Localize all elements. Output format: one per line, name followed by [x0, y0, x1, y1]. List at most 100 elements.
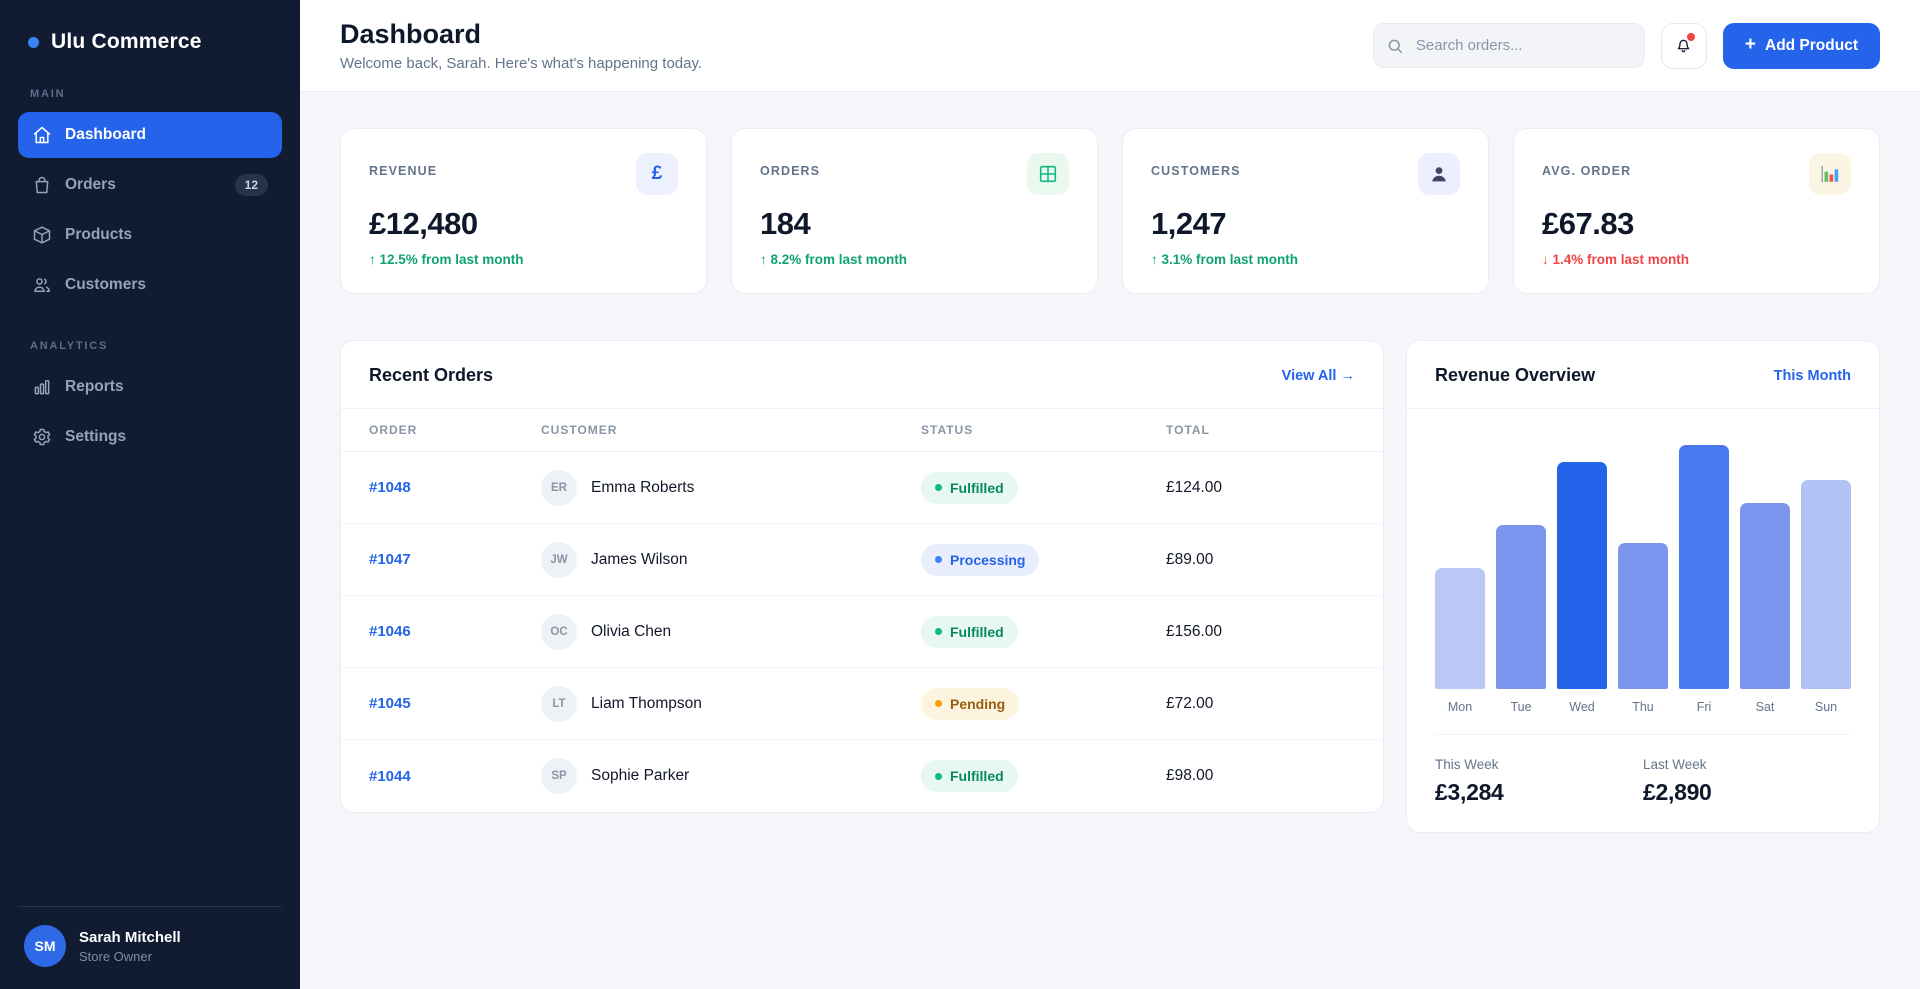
- summary-block: This Week £3,284: [1435, 757, 1643, 806]
- main-area: Dashboard Welcome back, Sarah. Here's wh…: [300, 0, 1920, 989]
- table-row[interactable]: #1046 OC Olivia Chen Fulfilled £156.00: [341, 596, 1383, 668]
- stat-card: AVG. ORDER £67.83 ↓ 1.4% from last month: [1513, 128, 1880, 294]
- stat-label: AVG. ORDER: [1542, 153, 1631, 178]
- stat-delta: ↓ 1.4% from last month: [1542, 252, 1851, 267]
- users-icon: [32, 275, 52, 295]
- status-label: Fulfilled: [950, 624, 1004, 640]
- order-total: £72.00: [1166, 695, 1355, 713]
- period-link[interactable]: This Month: [1774, 368, 1851, 384]
- stat-label: ORDERS: [760, 153, 820, 178]
- table-row[interactable]: #1045 LT Liam Thompson Pending £72.00: [341, 668, 1383, 740]
- status-dot-icon: [935, 484, 942, 491]
- search-box: [1373, 23, 1645, 68]
- notifications-button[interactable]: [1661, 23, 1707, 69]
- search-input[interactable]: [1373, 23, 1645, 68]
- order-total: £98.00: [1166, 767, 1355, 785]
- sidebar-item-label: Customers: [65, 276, 146, 294]
- chart-axis-label: Mon: [1435, 700, 1485, 714]
- summary-value: £2,890: [1643, 779, 1851, 806]
- sidebar-item-dashboard[interactable]: Dashboard: [18, 112, 282, 158]
- page-subtitle: Welcome back, Sarah. Here's what's happe…: [340, 55, 702, 72]
- stat-value: 184: [760, 206, 1069, 242]
- status-cell: Processing: [921, 544, 1166, 576]
- chart-axis-label: Sat: [1740, 700, 1790, 714]
- chart-axis-label: Fri: [1679, 700, 1729, 714]
- customer-cell: ER Emma Roberts: [541, 470, 921, 506]
- status-label: Processing: [950, 552, 1025, 568]
- customer-cell: LT Liam Thompson: [541, 686, 921, 722]
- table-row[interactable]: #1048 ER Emma Roberts Fulfilled £124.00: [341, 452, 1383, 524]
- sidebar-item-label: Orders: [65, 176, 116, 194]
- sidebar-item-customers[interactable]: Customers: [18, 262, 282, 308]
- order-total: £156.00: [1166, 623, 1355, 641]
- chart-axis-label: Thu: [1618, 700, 1668, 714]
- customer-name: Olivia Chen: [591, 623, 671, 641]
- status-label: Fulfilled: [950, 480, 1004, 496]
- customer-cell: SP Sophie Parker: [541, 758, 921, 794]
- add-product-label: Add Product: [1765, 37, 1858, 55]
- recent-orders-panel: Recent Orders View All → ORDERCUSTOMERST…: [340, 340, 1384, 813]
- status-dot-icon: [935, 556, 942, 563]
- order-id-link[interactable]: #1046: [369, 623, 541, 640]
- add-product-button[interactable]: + Add Product: [1723, 23, 1880, 69]
- status-dot-icon: [935, 773, 942, 780]
- sidebar-item-label: Reports: [65, 378, 124, 396]
- page-title: Dashboard: [340, 19, 702, 50]
- customer-avatar: LT: [541, 686, 577, 722]
- chart-bar-wed: [1557, 462, 1607, 689]
- chart-axis-label: Tue: [1496, 700, 1546, 714]
- home-icon: [32, 125, 52, 145]
- customer-cell: OC Olivia Chen: [541, 614, 921, 650]
- status-cell: Fulfilled: [921, 472, 1166, 504]
- sidebar-item-orders[interactable]: Orders 12: [18, 162, 282, 208]
- stat-value: 1,247: [1151, 206, 1460, 242]
- summary-label: This Week: [1435, 757, 1643, 772]
- status-cell: Pending: [921, 688, 1166, 720]
- status-cell: Fulfilled: [921, 616, 1166, 648]
- table-row[interactable]: #1044 SP Sophie Parker Fulfilled £98.00: [341, 740, 1383, 812]
- sidebar-item-settings[interactable]: Settings: [18, 414, 282, 460]
- stat-value: £12,480: [369, 206, 678, 242]
- customer-avatar: SP: [541, 758, 577, 794]
- orders-count-badge: 12: [235, 174, 268, 196]
- chart-axis-label: Wed: [1557, 700, 1607, 714]
- content: REVENUE £ £12,480 ↑ 12.5% from last mont…: [300, 92, 1920, 989]
- user-bust-icon: [1418, 153, 1460, 195]
- order-id-link[interactable]: #1047: [369, 551, 541, 568]
- customer-avatar: JW: [541, 542, 577, 578]
- brand-dot-icon: [28, 37, 39, 48]
- column-header: STATUS: [921, 423, 1166, 437]
- status-cell: Fulfilled: [921, 760, 1166, 792]
- gear-icon: [32, 427, 52, 447]
- status-badge: Fulfilled: [921, 472, 1018, 504]
- order-id-link[interactable]: #1045: [369, 695, 541, 712]
- order-id-link[interactable]: #1048: [369, 479, 541, 496]
- status-dot-icon: [935, 700, 942, 707]
- pound-icon: £: [636, 153, 678, 195]
- revenue-chart: MonTueWedThuFriSatSun: [1407, 409, 1879, 716]
- column-header: TOTAL: [1166, 423, 1355, 437]
- table-row[interactable]: #1047 JW James Wilson Processing £89.00: [341, 524, 1383, 596]
- customer-avatar: ER: [541, 470, 577, 506]
- user-role: Store Owner: [79, 949, 181, 964]
- sidebar-item-products[interactable]: Products: [18, 212, 282, 258]
- sidebar-item-reports[interactable]: Reports: [18, 364, 282, 410]
- sidebar-nav: MAIN Dashboard Orders 12 Products Custom…: [18, 56, 282, 464]
- chart-labels: MonTueWedThuFriSatSun: [1435, 689, 1851, 716]
- sidebar-user-card[interactable]: SM Sarah Mitchell Store Owner: [18, 906, 282, 967]
- revenue-summary: This Week £3,284 Last Week £2,890: [1435, 734, 1851, 806]
- chart-bar-sun: [1801, 480, 1851, 689]
- notification-dot: [1687, 33, 1695, 41]
- stat-delta: ↑ 8.2% from last month: [760, 252, 1069, 267]
- brand-logo: Ulu Commerce: [18, 26, 282, 56]
- orders-table-header: ORDERCUSTOMERSTATUSTOTAL: [341, 408, 1383, 452]
- plus-icon: +: [1745, 35, 1756, 54]
- nav-section-label: ANALYTICS: [30, 340, 270, 352]
- view-all-link[interactable]: View All →: [1282, 368, 1355, 384]
- stat-card: REVENUE £ £12,480 ↑ 12.5% from last mont…: [340, 128, 707, 294]
- nav-section-label: MAIN: [30, 88, 270, 100]
- stat-value: £67.83: [1542, 206, 1851, 242]
- stat-delta: ↑ 12.5% from last month: [369, 252, 678, 267]
- order-id-link[interactable]: #1044: [369, 768, 541, 785]
- summary-label: Last Week: [1643, 757, 1851, 772]
